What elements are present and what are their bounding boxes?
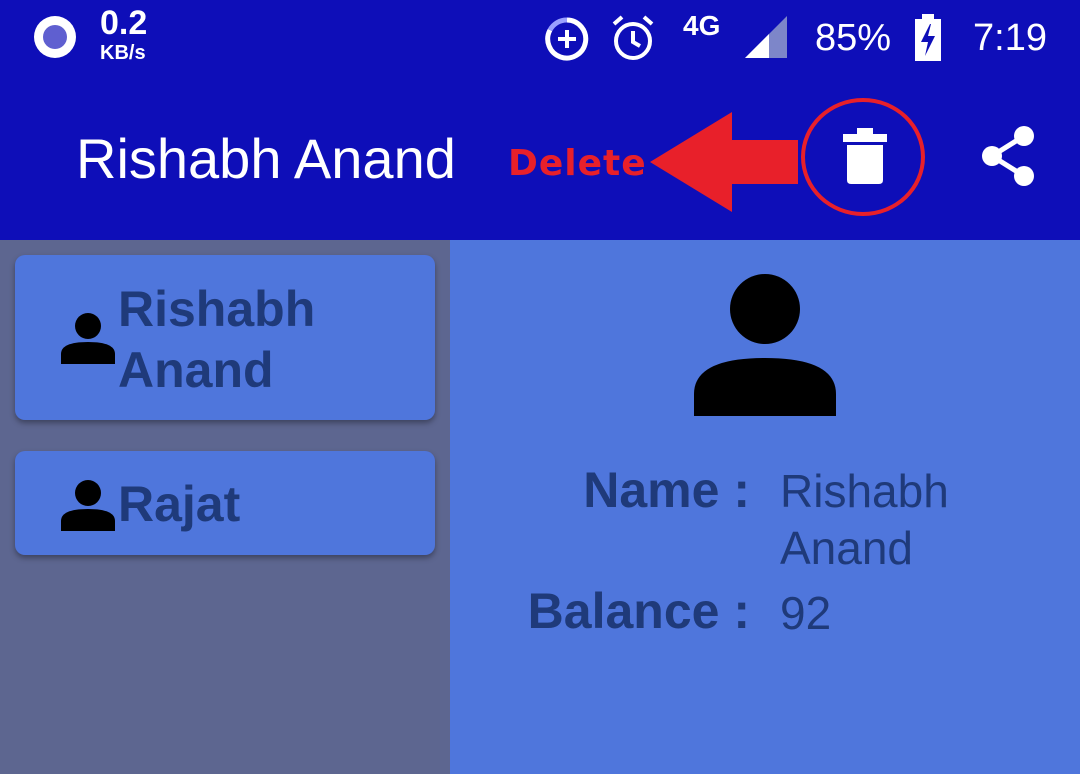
network-speed-unit: KB/s (100, 42, 146, 64)
name-value-line2: Anand (780, 522, 914, 574)
clock: 7:19 (973, 17, 1047, 59)
annotation-label: Delete (508, 143, 647, 184)
share-button[interactable] (968, 118, 1048, 198)
person-icon (61, 312, 115, 369)
balance-label: Balance : (527, 583, 750, 639)
data-saver-icon (544, 16, 590, 62)
contact-card-rishabh[interactable]: Rishabh Anand (15, 255, 435, 420)
contact-name-line1: Rishabh (118, 281, 316, 337)
contact-name-line2: Anand (118, 342, 274, 398)
alarm-icon (610, 14, 656, 62)
battery-charging-icon (913, 14, 943, 62)
page-title: Rishabh Anand (76, 127, 456, 190)
contact-name: Rajat (118, 476, 241, 532)
trash-icon (843, 127, 887, 189)
name-label: Name : (583, 462, 750, 518)
avatar-icon (694, 274, 836, 421)
network-type: 4G (683, 10, 721, 41)
name-value-line1: Rishabh (780, 465, 949, 517)
contact-list: Rishabh Anand Rajat (0, 240, 450, 774)
contact-card-rajat[interactable]: Rajat (15, 451, 435, 555)
network-speed-value: 0.2 (100, 4, 148, 42)
annotation-arrow-icon (650, 112, 800, 217)
app-bar: 0.2 KB/s 4G 85% 7:19 Rishabh Anand Delet… (0, 0, 1080, 240)
battery-percent: 85% (815, 17, 892, 59)
person-icon (61, 479, 115, 536)
contact-detail-panel: Name : Rishabh Anand Balance : 92 (450, 240, 1080, 774)
status-bar: 0.2 KB/s 4G 85% 7:19 (0, 0, 1080, 80)
delete-button[interactable] (825, 118, 905, 198)
balance-value: 92 (780, 587, 832, 639)
screen-record-icon (32, 14, 78, 60)
share-icon (978, 124, 1038, 193)
signal-icon (745, 16, 789, 60)
